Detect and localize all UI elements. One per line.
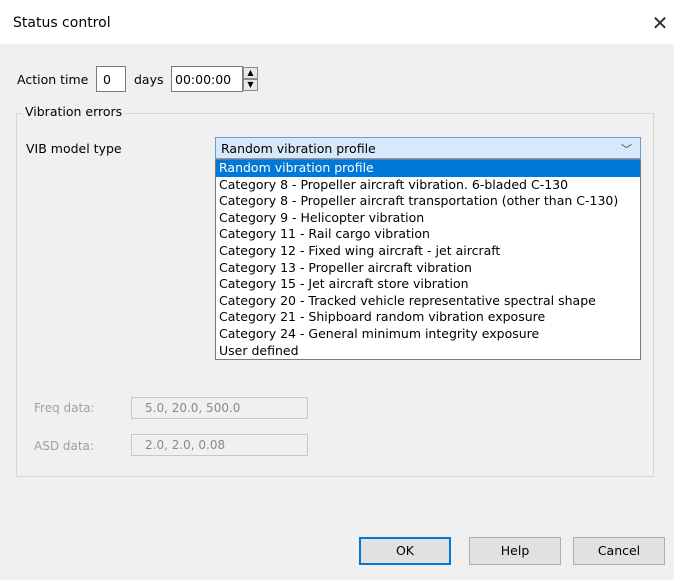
spin-down-icon[interactable]: ▼ <box>243 79 258 91</box>
days-label: days <box>134 72 164 87</box>
close-icon[interactable]: ✕ <box>648 11 672 35</box>
action-days-value: 0 <box>103 72 111 87</box>
vib-model-selected-value: Random vibration profile <box>221 141 376 156</box>
cancel-button[interactable]: Cancel <box>573 537 665 565</box>
freq-data-label: Freq data: <box>34 401 95 415</box>
action-days-input[interactable]: 0 <box>96 66 126 92</box>
vib-model-type-label: VIB model type <box>26 141 122 156</box>
vib-model-option[interactable]: Category 8 - Propeller aircraft vibratio… <box>216 177 640 194</box>
vib-model-option[interactable]: User defined <box>216 343 640 360</box>
vib-model-option[interactable]: Category 15 - Jet aircraft store vibrati… <box>216 276 640 293</box>
vib-model-option[interactable]: Random vibration profile <box>216 160 640 177</box>
freq-data-input[interactable]: 5.0, 20.0, 500.0 <box>131 397 308 419</box>
vibration-errors-title: Vibration errors <box>23 104 125 119</box>
chevron-down-icon[interactable]: ﹀ <box>621 141 632 157</box>
title-bar: Status control ✕ <box>0 0 674 44</box>
vib-model-type-select[interactable]: Random vibration profile ﹀ <box>215 137 641 159</box>
vib-model-dropdown-list[interactable]: Random vibration profile Category 8 - Pro… <box>215 159 641 360</box>
action-time-input[interactable]: 00:00:00 <box>171 66 243 92</box>
action-time-value: 00:00:00 <box>175 72 232 87</box>
vib-model-option[interactable]: Category 11 - Rail cargo vibration <box>216 226 640 243</box>
time-spinner[interactable]: ▲ ▼ <box>243 67 258 92</box>
vib-model-option[interactable]: Category 9 - Helicopter vibration <box>216 210 640 227</box>
vib-model-option[interactable]: Category 24 - General minimum integrity … <box>216 326 640 343</box>
vib-model-option[interactable]: Category 8 - Propeller aircraft transpor… <box>216 193 640 210</box>
spin-up-icon[interactable]: ▲ <box>243 67 258 79</box>
vib-model-option[interactable]: Category 13 - Propeller aircraft vibrati… <box>216 260 640 277</box>
vib-model-option[interactable]: Category 20 - Tracked vehicle representa… <box>216 293 640 310</box>
vib-model-option[interactable]: Category 21 - Shipboard random vibration… <box>216 309 640 326</box>
action-time-label: Action time <box>17 72 89 87</box>
asd-data-input[interactable]: 2.0, 2.0, 0.08 <box>131 434 308 456</box>
status-control-dialog: Status control ✕ Action time 0 days 00:0… <box>0 0 674 580</box>
dialog-title: Status control <box>13 15 111 31</box>
help-button[interactable]: Help <box>469 537 561 565</box>
asd-data-label: ASD data: <box>34 439 94 453</box>
ok-button[interactable]: OK <box>359 537 451 565</box>
vib-model-option[interactable]: Category 12 - Fixed wing aircraft - jet … <box>216 243 640 260</box>
